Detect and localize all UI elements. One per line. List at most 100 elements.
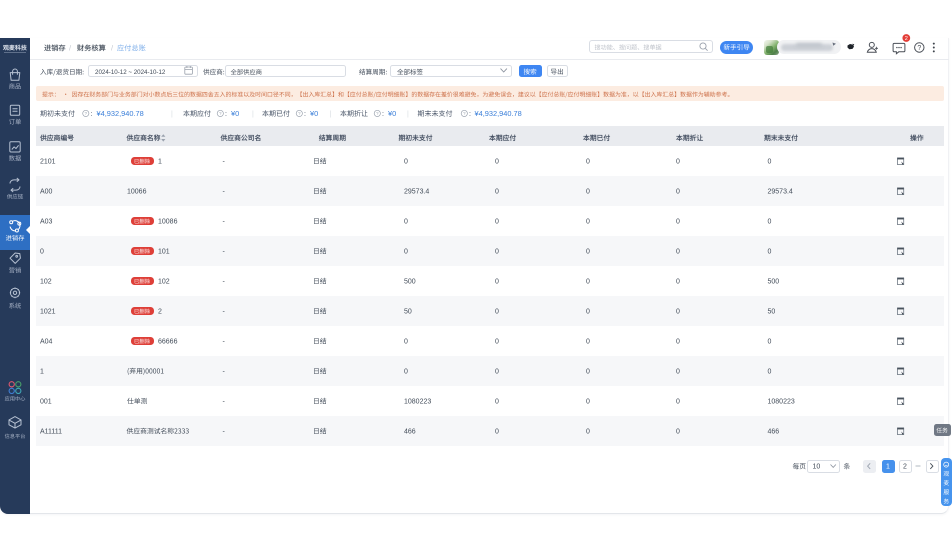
svg-text:¥4,932,940.78: ¥4,932,940.78: [97, 109, 144, 118]
svg-text:001: 001: [40, 399, 52, 406]
svg-text::: :: [469, 111, 471, 118]
svg-text:A03: A03: [40, 219, 53, 226]
svg-text:-: -: [223, 219, 226, 226]
svg-text:0: 0: [676, 279, 680, 286]
svg-text:0: 0: [586, 219, 590, 226]
svg-text:1080223: 1080223: [768, 399, 795, 406]
svg-text:500: 500: [404, 279, 416, 286]
svg-text:|: |: [252, 111, 254, 118]
svg-text::: :: [304, 111, 306, 118]
svg-text:?: ?: [463, 111, 466, 116]
svg-text::: :: [382, 111, 384, 118]
svg-text:66666: 66666: [158, 339, 178, 346]
svg-text:A00: A00: [40, 189, 53, 196]
svg-text:2101: 2101: [40, 159, 56, 166]
svg-text:102: 102: [40, 279, 52, 286]
svg-text:10066: 10066: [127, 189, 147, 196]
svg-text:-: -: [223, 339, 226, 346]
svg-text:-: -: [223, 309, 226, 316]
svg-text:¥0: ¥0: [231, 109, 239, 118]
svg-text:50: 50: [404, 309, 412, 316]
svg-text:0: 0: [768, 249, 772, 256]
svg-text:0: 0: [586, 249, 590, 256]
svg-text:-: -: [223, 249, 226, 256]
svg-text:0: 0: [495, 339, 499, 346]
svg-text:-: -: [223, 159, 226, 166]
svg-text:0: 0: [676, 219, 680, 226]
svg-text:466: 466: [768, 429, 780, 436]
svg-text:?: ?: [298, 111, 301, 116]
svg-text:0: 0: [768, 219, 772, 226]
svg-text:1: 1: [158, 159, 162, 166]
svg-text:0: 0: [768, 159, 772, 166]
svg-text:¥0: ¥0: [388, 109, 396, 118]
svg-text:0: 0: [676, 309, 680, 316]
svg-text:0: 0: [676, 249, 680, 256]
svg-text:0: 0: [676, 189, 680, 196]
svg-text:0: 0: [676, 369, 680, 376]
svg-text:29573.4: 29573.4: [404, 189, 429, 196]
svg-text:¥0: ¥0: [310, 109, 318, 118]
svg-text:50: 50: [768, 309, 776, 316]
svg-text:1021: 1021: [40, 309, 56, 316]
svg-text:-: -: [223, 399, 226, 406]
svg-text:0: 0: [586, 369, 590, 376]
svg-text:2024-10-12 ~ 2024-10-12: 2024-10-12 ~ 2024-10-12: [95, 69, 166, 76]
svg-text:0: 0: [495, 399, 499, 406]
svg-text:0: 0: [586, 279, 590, 286]
svg-text:?: ?: [85, 111, 88, 116]
svg-text:1080223: 1080223: [404, 399, 431, 406]
svg-text:0: 0: [404, 369, 408, 376]
svg-text:0: 0: [676, 159, 680, 166]
svg-text:0: 0: [676, 429, 680, 436]
svg-text:466: 466: [404, 429, 416, 436]
svg-text:29573.4: 29573.4: [768, 189, 793, 196]
svg-text:0: 0: [40, 249, 44, 256]
svg-text:?: ?: [917, 45, 921, 52]
svg-text:0: 0: [495, 219, 499, 226]
svg-text:?: ?: [219, 111, 222, 116]
svg-text:¥4,932,940.78: ¥4,932,940.78: [475, 109, 522, 118]
svg-text:0: 0: [768, 339, 772, 346]
svg-text:0: 0: [404, 249, 408, 256]
svg-text:102: 102: [158, 279, 170, 286]
svg-text:-: -: [223, 189, 226, 196]
svg-text:1: 1: [886, 464, 890, 471]
svg-text:0: 0: [495, 249, 499, 256]
svg-text:0: 0: [404, 159, 408, 166]
svg-text:?: ?: [376, 111, 379, 116]
svg-text:/: /: [69, 44, 72, 53]
svg-text::: :: [91, 111, 93, 118]
svg-text:0: 0: [495, 309, 499, 316]
svg-text:0: 0: [676, 339, 680, 346]
svg-text:-: -: [223, 369, 226, 376]
svg-text:0: 0: [495, 159, 499, 166]
svg-text:|: |: [407, 111, 409, 118]
svg-text:0: 0: [676, 399, 680, 406]
svg-text:10: 10: [813, 464, 821, 471]
svg-text::: :: [225, 111, 227, 118]
svg-text:0: 0: [495, 189, 499, 196]
svg-text:0: 0: [586, 339, 590, 346]
svg-text:0: 0: [495, 369, 499, 376]
svg-text:0: 0: [586, 159, 590, 166]
svg-text:0: 0: [495, 279, 499, 286]
svg-text:0: 0: [586, 309, 590, 316]
svg-text:-: -: [223, 279, 226, 286]
svg-text:0: 0: [404, 219, 408, 226]
svg-text:0: 0: [404, 339, 408, 346]
svg-text:0: 0: [495, 429, 499, 436]
svg-text:0: 0: [586, 399, 590, 406]
svg-text:500: 500: [768, 279, 780, 286]
svg-text:1: 1: [40, 369, 44, 376]
svg-text:2: 2: [905, 36, 908, 42]
svg-text:|: |: [330, 111, 332, 118]
svg-text:|: |: [171, 111, 173, 118]
svg-text:0: 0: [586, 429, 590, 436]
svg-text:-: -: [223, 429, 226, 436]
svg-text:0: 0: [586, 189, 590, 196]
svg-text:2: 2: [903, 464, 907, 471]
svg-text:A04: A04: [40, 339, 53, 346]
svg-text:/: /: [111, 44, 114, 53]
svg-text:0: 0: [768, 369, 772, 376]
